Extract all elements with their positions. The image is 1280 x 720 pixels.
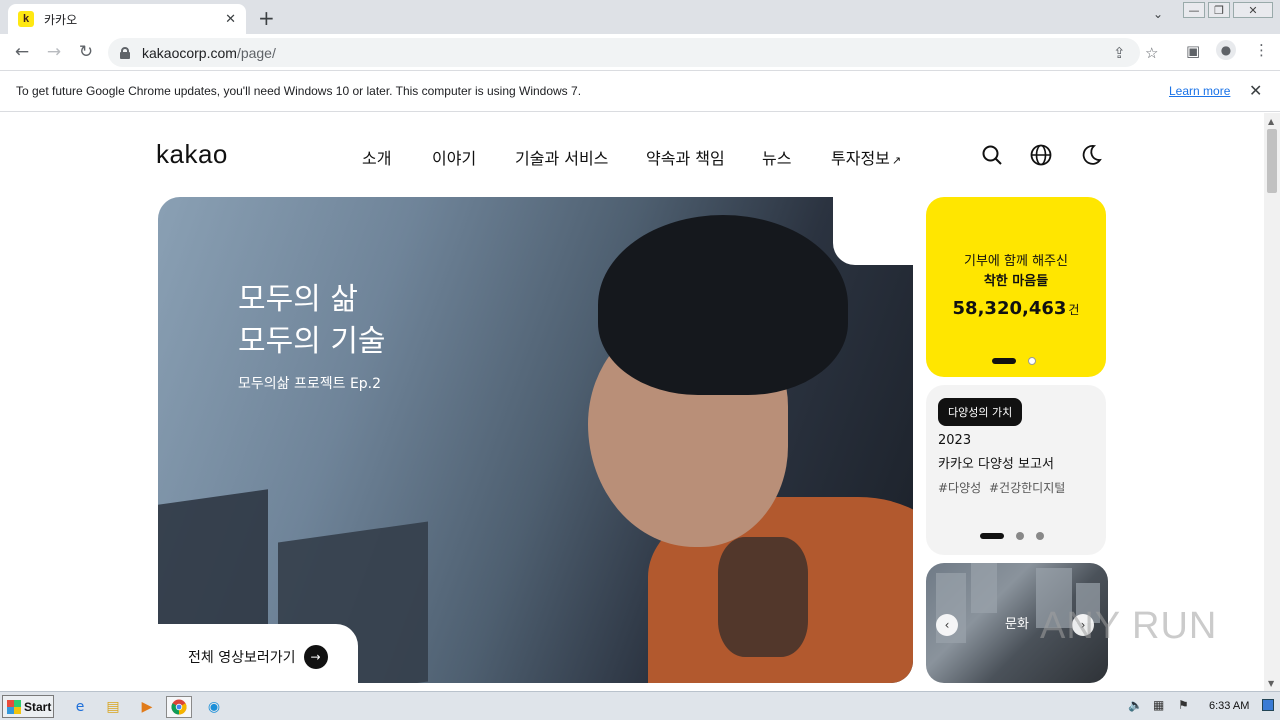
update-infobar: To get future Google Chrome updates, you… bbox=[0, 71, 1280, 112]
close-window-icon[interactable]: ✕ bbox=[1233, 2, 1273, 18]
minimize-icon[interactable]: — bbox=[1183, 2, 1205, 18]
report-year: 2023 bbox=[938, 433, 972, 448]
donation-label-line2: 착한 마음들 bbox=[983, 274, 1049, 289]
hero-corner-cutout bbox=[833, 197, 913, 265]
nav-investors-label: 투자정보 bbox=[831, 149, 890, 168]
show-desktop-icon[interactable] bbox=[1262, 699, 1274, 711]
back-icon[interactable]: ← bbox=[10, 40, 34, 64]
building-shape bbox=[971, 563, 997, 613]
nav-news[interactable]: 뉴스 bbox=[762, 145, 791, 169]
nav-intro[interactable]: 소개 bbox=[362, 145, 391, 169]
new-tab-icon[interactable]: + bbox=[258, 6, 275, 30]
report-pagination bbox=[974, 532, 1050, 540]
report-title: 카카오 다양성 보고서 bbox=[938, 457, 1054, 472]
url-text: kakaocorp.com/page/ bbox=[142, 45, 276, 61]
chevron-down-icon[interactable]: ⌄ bbox=[1153, 7, 1163, 21]
pagination-dot[interactable] bbox=[1016, 532, 1024, 540]
volume-icon[interactable]: 🔈 bbox=[1128, 698, 1143, 712]
nav-tech-services[interactable]: 기술과 서비스 bbox=[515, 145, 608, 169]
donation-label-line1: 기부에 함께 해주신 bbox=[964, 254, 1068, 269]
donation-pagination bbox=[986, 357, 1042, 365]
donation-label: 기부에 함께 해주신 착한 마음들 bbox=[926, 252, 1106, 292]
hero-title-line2: 모두의 기술 bbox=[238, 324, 386, 359]
scroll-up-icon[interactable]: ▲ bbox=[1268, 117, 1274, 126]
profile-icon[interactable]: ● bbox=[1216, 40, 1236, 60]
start-button[interactable]: Start bbox=[2, 695, 54, 718]
chrome-taskbar-icon[interactable] bbox=[166, 696, 192, 718]
arrow-right-icon: → bbox=[303, 645, 328, 669]
person-hair-shape bbox=[598, 215, 848, 395]
pagination-dot[interactable] bbox=[1028, 357, 1036, 365]
donation-count-unit: 건 bbox=[1068, 303, 1080, 317]
infobar-close-icon[interactable]: ✕ bbox=[1249, 81, 1262, 100]
diversity-report-card[interactable]: 다양성의 가치 2023 카카오 다양성 보고서 #다양성 #건강한디지털 bbox=[926, 385, 1106, 555]
url-domain: kakaocorp.com bbox=[142, 44, 237, 61]
file-explorer-icon[interactable]: ▤ bbox=[100, 696, 126, 718]
nav-investors[interactable]: 투자정보 ↗ bbox=[831, 145, 901, 169]
donation-count-value: 58,320,463 bbox=[952, 298, 1067, 319]
pagination-dot[interactable] bbox=[1036, 532, 1044, 540]
menu-kebab-icon[interactable]: ⋮ bbox=[1254, 41, 1269, 59]
page-scrollbar[interactable]: ▲ ▼ bbox=[1264, 113, 1280, 691]
forward-icon[interactable]: → bbox=[42, 40, 66, 64]
internet-explorer-icon[interactable]: e bbox=[67, 696, 93, 718]
edge-icon[interactable]: ◉ bbox=[201, 696, 227, 718]
side-panel-icon[interactable]: ▣ bbox=[1186, 42, 1200, 60]
watch-full-video-link[interactable]: 전체 영상보러가기 → bbox=[188, 645, 328, 669]
dark-mode-moon-icon[interactable] bbox=[1079, 143, 1103, 167]
windows-logo-icon bbox=[7, 699, 21, 714]
scroll-thumb[interactable] bbox=[1267, 129, 1277, 193]
start-label: Start bbox=[24, 699, 52, 714]
nav-promise-responsibility[interactable]: 약속과 책임 bbox=[646, 145, 725, 169]
external-arrow-icon: ↗ bbox=[891, 154, 902, 167]
action-center-flag-icon[interactable]: ⚑ bbox=[1178, 698, 1189, 712]
globe-icon[interactable] bbox=[1029, 143, 1053, 167]
search-icon[interactable] bbox=[980, 143, 1004, 167]
network-icon[interactable]: ▦ bbox=[1153, 698, 1164, 712]
chevron-left-icon[interactable]: ‹ bbox=[936, 614, 958, 636]
hero-video-banner[interactable]: 모두의 삶 모두의 기술 모두의삶 프로젝트 Ep.2 bbox=[158, 197, 913, 683]
reload-icon[interactable]: ↻ bbox=[74, 40, 98, 64]
taskbar-clock[interactable]: 6:33 AM bbox=[1209, 700, 1249, 712]
pagination-dot-active[interactable] bbox=[980, 533, 1004, 539]
share-icon[interactable]: ⇪ bbox=[1113, 44, 1126, 62]
pagination-dot-active[interactable] bbox=[992, 358, 1016, 364]
kakao-favicon-icon: k bbox=[18, 11, 34, 27]
chrome-icon bbox=[171, 699, 187, 715]
tab-close-icon[interactable]: ✕ bbox=[225, 12, 236, 27]
hero-title-line1: 모두의 삶 bbox=[238, 282, 358, 317]
cta-label: 전체 영상보러가기 bbox=[188, 650, 296, 666]
infobar-message: To get future Google Chrome updates, you… bbox=[16, 84, 582, 98]
learn-more-link[interactable]: Learn more bbox=[1169, 84, 1230, 98]
hero-title: 모두의 삶 모두의 기술 bbox=[238, 279, 386, 363]
scroll-down-icon[interactable]: ▼ bbox=[1268, 679, 1274, 688]
media-player-icon[interactable]: ▶ bbox=[134, 696, 160, 718]
donation-card[interactable]: 기부에 함께 해주신 착한 마음들 58,320,463 건 bbox=[926, 197, 1106, 377]
browser-toolbar: ← → ↻ kakaocorp.com/page/ ⇪ ☆ ▣ ● ⋮ bbox=[0, 34, 1280, 71]
kakao-logo[interactable]: kakao bbox=[156, 139, 228, 170]
tab-title: 카카오 bbox=[44, 12, 78, 27]
address-bar[interactable]: kakaocorp.com/page/ ⇪ ☆ bbox=[108, 38, 1158, 67]
tab-strip: k 카카오 ✕ + ⌄ — ❐ ✕ bbox=[0, 0, 1280, 34]
report-tags: #다양성 #건강한디지털 bbox=[938, 481, 1066, 495]
lock-icon[interactable] bbox=[120, 46, 130, 59]
nav-stories[interactable]: 이야기 bbox=[432, 145, 476, 169]
url-path: /page/ bbox=[236, 44, 276, 61]
donation-count: 58,320,463 건 bbox=[926, 298, 1106, 319]
jacket-patch-shape bbox=[718, 537, 808, 657]
hero-subtitle: 모두의삶 프로젝트 Ep.2 bbox=[238, 376, 382, 392]
tab-kakao[interactable]: k 카카오 ✕ bbox=[8, 4, 246, 34]
anyrun-watermark: ANY RUN bbox=[1040, 605, 1218, 647]
category-badge: 다양성의 가치 bbox=[938, 398, 1023, 426]
restore-icon[interactable]: ❐ bbox=[1208, 2, 1230, 18]
windows-taskbar: Start e ▤ ▶ ◉ 🔈 ▦ ⚑ 6:33 AM bbox=[0, 691, 1280, 720]
bookmark-star-icon[interactable]: ☆ bbox=[1145, 44, 1158, 62]
